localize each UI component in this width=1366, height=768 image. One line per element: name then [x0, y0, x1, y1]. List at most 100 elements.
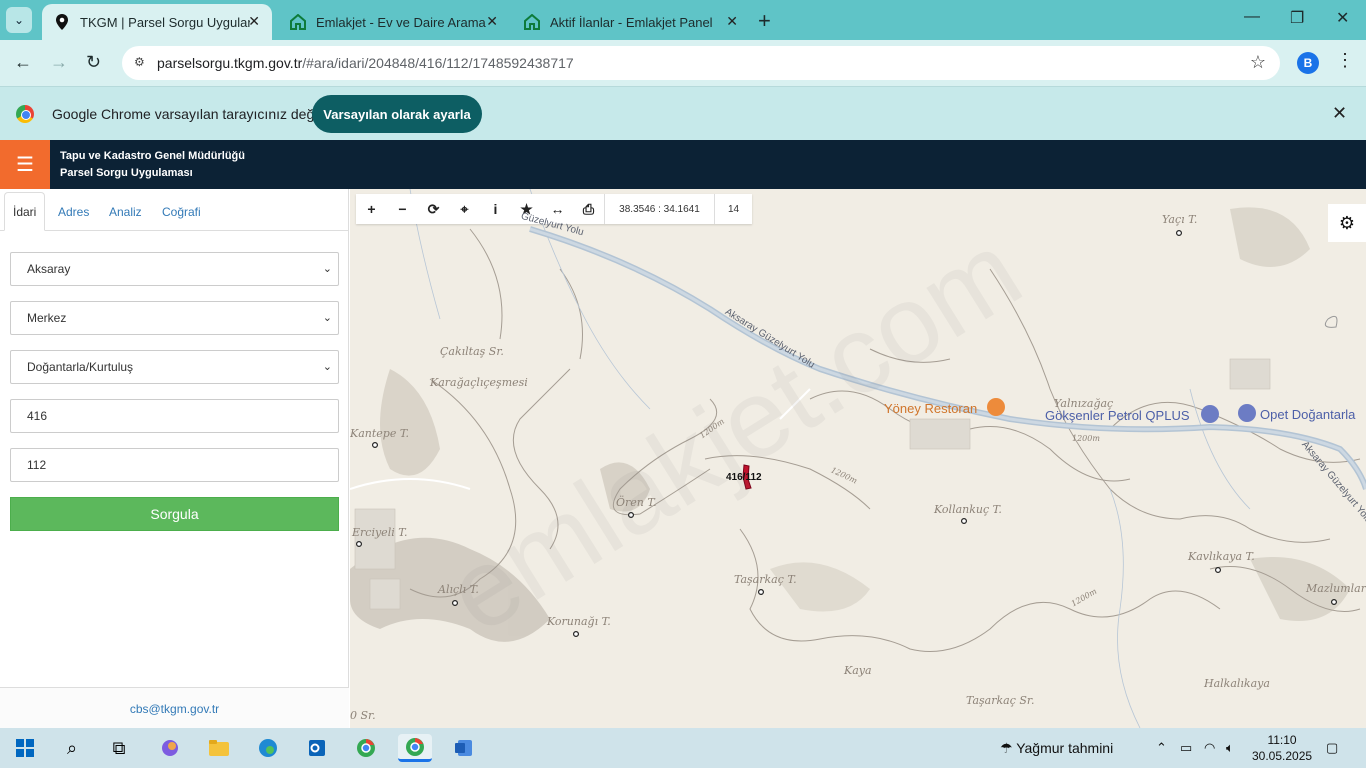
tab-title: TKGM | Parsel Sorgu Uygulaması [80, 14, 250, 30]
chrome-icon[interactable] [349, 734, 383, 762]
map-label: Halkalıkaya [1204, 677, 1270, 690]
map-label: Taşarkaç Sr. [966, 694, 1035, 707]
wifi-icon[interactable]: ◠ [1204, 740, 1215, 756]
parsel-input[interactable]: 112 [10, 448, 339, 482]
app-title: Tapu ve Kadastro Genel Müdürlüğü Parsel … [60, 148, 245, 182]
map-pin-icon [54, 14, 70, 30]
default-browser-infobar: Google Chrome varsayılan tarayıcınız değ… [0, 86, 1366, 140]
map-label: Karağaçlıçeşmesi [430, 376, 528, 389]
chevron-down-icon: ⌄ [322, 312, 332, 324]
mahalle-value: Doğantarla/Kurtuluş [27, 360, 134, 374]
coordinate-readout: 38.3546 : 34.1641 [604, 194, 714, 224]
contour-label: 1200m [1072, 434, 1100, 443]
infobar-message: Google Chrome varsayılan tarayıcınız değ… [52, 106, 321, 122]
outlook-icon[interactable] [300, 734, 334, 762]
ilce-value: Merkez [27, 311, 67, 325]
weather-widget[interactable]: ☂ Yağmur tahmini [1000, 740, 1113, 757]
bookmark-star-icon[interactable]: ☆ [1250, 52, 1266, 73]
parcel-label[interactable]: 416/112 [726, 472, 762, 483]
map-label: Alıçlı T. [438, 583, 479, 596]
close-icon[interactable]: ✕ [1332, 103, 1347, 124]
volume-icon[interactable]: 🔈︎ [1226, 740, 1234, 756]
poi-fuel-station[interactable]: Opet Doğantarla [1260, 407, 1355, 422]
map-label: Korunağı T. [547, 615, 611, 628]
new-tab-button[interactable]: + [758, 8, 771, 34]
window-close-icon[interactable]: ✕ [1336, 8, 1349, 28]
map-label: 0 Sr. [350, 709, 376, 722]
tab-emlakjet-panel[interactable]: Aktif İlanlar - Emlakjet Panel ✕ [512, 4, 750, 40]
taskbar-clock[interactable]: 11:10 30.05.2025 [1252, 732, 1312, 764]
tab-title: Aktif İlanlar - Emlakjet Panel [550, 14, 713, 30]
tab-emlakjet-search[interactable]: Emlakjet - Ev ve Daire Aramanın ✕ [278, 4, 510, 40]
edge-icon[interactable] [251, 734, 285, 762]
copilot-icon[interactable] [153, 734, 187, 762]
zoom-out-icon[interactable]: − [387, 194, 418, 224]
settings-gear-icon[interactable]: ⚙ [1328, 204, 1366, 242]
chevron-down-icon: ⌄ [322, 263, 332, 275]
tab-tkgm[interactable]: TKGM | Parsel Sorgu Uygulaması ✕ [42, 4, 272, 40]
task-view-icon[interactable]: ⧉ [102, 734, 136, 762]
il-value: Aksaray [27, 262, 71, 276]
map-view[interactable]: emlakjet.com + − ⟳ ⌖ i ★ ↔ ⎙ 38.3546 : 3… [350, 189, 1366, 728]
back-arrow-icon[interactable]: ← [14, 52, 32, 73]
info-icon[interactable]: i [480, 194, 511, 224]
map-label: Kantepe T. [350, 427, 410, 440]
tab-idari[interactable]: İdari [4, 192, 46, 231]
print-icon[interactable]: ⎙ [573, 194, 604, 224]
file-explorer-icon[interactable] [202, 734, 236, 762]
app-title-line1: Tapu ve Kadastro Genel Müdürlüğü [60, 150, 245, 162]
mahalle-select[interactable]: Doğantarla/Kurtuluş ⌄ [10, 350, 339, 384]
profile-avatar[interactable]: B [1297, 52, 1319, 74]
windows-start-icon[interactable] [8, 734, 42, 762]
query-sidebar: İdari Adres Analiz Coğrafi Aksaray ⌄ Mer… [0, 189, 349, 728]
site-info-icon[interactable]: ⚙ [134, 55, 150, 71]
chrome-logo-icon [16, 105, 34, 123]
sidebar-footer: cbs@tkgm.gov.tr [0, 687, 349, 728]
sidebar-tabs: İdari Adres Analiz Coğrafi [0, 189, 349, 231]
il-select[interactable]: Aksaray ⌄ [10, 252, 339, 286]
clock-time: 11:10 [1267, 733, 1297, 747]
zoom-in-icon[interactable]: + [356, 194, 387, 224]
notifications-icon[interactable]: ▢ [1326, 740, 1338, 756]
restore-icon[interactable]: ❐ [1290, 8, 1304, 28]
tab-search-button[interactable]: ⌄ [6, 7, 32, 33]
tab-cografi[interactable]: Coğrafi [154, 192, 209, 231]
map-label: Yaçı T. [1162, 213, 1198, 226]
windows-taskbar: ⌕ ⧉ ☂ Yağmur tahmini ⌃ ▭ ◠ 🔈︎ 11:10 30.0… [0, 728, 1366, 768]
chevron-up-icon[interactable]: ⌃ [1156, 740, 1167, 756]
set-default-button[interactable]: Varsayılan olarak ayarla [312, 95, 482, 133]
zoom-level: 14 [714, 194, 752, 224]
poi-fuel-station[interactable]: Gökşenler Petrol QPLUS [1045, 408, 1190, 423]
locate-icon[interactable]: ⌖ [449, 194, 480, 224]
url-text[interactable]: parselsorgu.tkgm.gov.tr/#ara/idari/20484… [157, 55, 574, 71]
reload-icon[interactable]: ↻ [86, 52, 101, 73]
ilce-select[interactable]: Merkez ⌄ [10, 301, 339, 335]
close-icon[interactable]: ✕ [726, 13, 738, 30]
menu-dots-icon[interactable]: ⋮ [1336, 50, 1354, 71]
refresh-icon[interactable]: ⟳ [418, 194, 449, 224]
sorgula-button[interactable]: Sorgula [10, 497, 339, 531]
map-label: Ören T. [616, 496, 657, 509]
close-icon[interactable]: ✕ [248, 13, 260, 30]
forward-arrow-icon[interactable]: → [50, 52, 68, 73]
weather-text: Yağmur tahmini [1016, 740, 1114, 756]
house-icon [524, 14, 540, 30]
word-icon[interactable] [447, 734, 481, 762]
map-label: Erciyeli T. [352, 526, 408, 539]
map-label: Çakıltaş Sr. [440, 345, 504, 358]
ada-input[interactable]: 416 [10, 399, 339, 433]
map-label: Kaya [844, 664, 872, 677]
close-icon[interactable]: ✕ [486, 13, 498, 30]
address-bar[interactable]: ⚙ parselsorgu.tkgm.gov.tr/#ara/idari/204… [122, 46, 1280, 80]
map-label: Kavlıkaya T. [1188, 550, 1255, 563]
contact-email-link[interactable]: cbs@tkgm.gov.tr [0, 702, 349, 716]
map-label: Taşarkaç T. [734, 573, 797, 586]
search-icon[interactable]: ⌕ [55, 734, 89, 762]
hamburger-menu-icon[interactable]: ☰ [0, 140, 50, 189]
chrome-active-icon[interactable] [398, 734, 432, 762]
tab-analiz[interactable]: Analiz [101, 192, 150, 231]
battery-icon[interactable]: ▭ [1180, 740, 1192, 756]
poi-restaurant[interactable]: Yöney Restoran [884, 401, 977, 416]
minimize-icon[interactable]: — [1244, 8, 1260, 26]
tab-adres[interactable]: Adres [50, 192, 97, 231]
